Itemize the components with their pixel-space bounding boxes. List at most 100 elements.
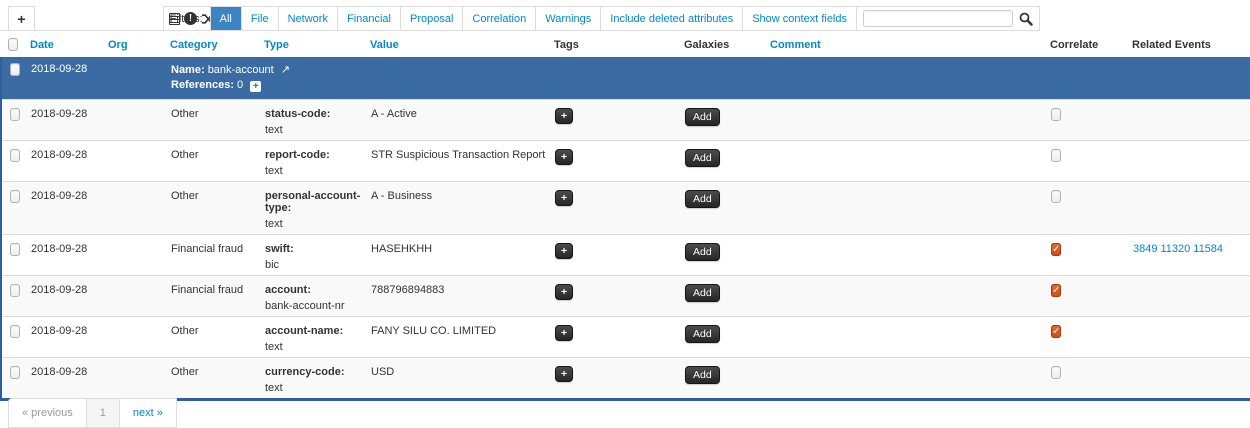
attribute-comment bbox=[767, 357, 1047, 399]
add-galaxy-button[interactable]: Add bbox=[685, 190, 720, 208]
attribute-date: 2018-09-28 bbox=[27, 316, 105, 357]
attribute-date: 2018-09-28 bbox=[27, 234, 105, 275]
filter-tab-show-context[interactable]: Show context fields bbox=[743, 7, 857, 30]
row-checkbox[interactable]: ✓ bbox=[10, 243, 20, 256]
search-icon[interactable] bbox=[1019, 12, 1033, 26]
object-references-label: References: bbox=[171, 79, 234, 91]
related-event-link[interactable]: 3849 bbox=[1133, 243, 1157, 255]
attribute-value: USD bbox=[367, 357, 551, 399]
row-checkbox[interactable]: ✓ bbox=[10, 366, 20, 379]
pagination-current-page: 1 bbox=[86, 398, 120, 428]
correlate-checkbox[interactable]: ✓ bbox=[1051, 243, 1061, 256]
attribute-row[interactable]: ✓ 2018-09-28 Other report-code: text STR… bbox=[1, 140, 1250, 181]
filter-tab-correlation[interactable]: Correlation bbox=[463, 7, 536, 30]
add-galaxy-button[interactable]: Add bbox=[685, 108, 720, 126]
column-header-galaxies: Galaxies bbox=[680, 33, 766, 56]
related-event-link[interactable]: 11584 bbox=[1193, 243, 1223, 255]
filter-bar: Filters: All File Network Financial Prop… bbox=[170, 6, 1040, 31]
add-tag-button[interactable]: + bbox=[555, 149, 573, 165]
search-cell bbox=[857, 7, 1039, 30]
column-header-org[interactable]: Org bbox=[104, 33, 166, 56]
add-tag-button[interactable]: + bbox=[555, 325, 573, 341]
attribute-comment bbox=[767, 234, 1047, 275]
column-header-related-events: Related Events bbox=[1128, 33, 1250, 56]
add-reference-icon[interactable]: + bbox=[250, 81, 261, 92]
attribute-table-header: ✓ Date Org Category Type Value Tags Gala… bbox=[0, 33, 1250, 56]
add-tag-button[interactable]: + bbox=[555, 108, 573, 124]
attribute-comment bbox=[767, 275, 1047, 316]
add-tag-button[interactable]: + bbox=[555, 366, 573, 382]
row-checkbox[interactable]: ✓ bbox=[10, 149, 20, 162]
attribute-row[interactable]: ✓ 2018-09-28 Other status-code: text A -… bbox=[1, 99, 1250, 140]
select-all-checkbox[interactable]: ✓ bbox=[8, 38, 18, 51]
attribute-category: Financial fraud bbox=[167, 275, 261, 316]
correlate-checkbox[interactable]: ✓ bbox=[1051, 108, 1061, 121]
pagination-previous[interactable]: « previous bbox=[8, 398, 87, 428]
row-checkbox[interactable]: ✓ bbox=[10, 284, 20, 297]
related-event-link[interactable]: 11320 bbox=[1160, 243, 1190, 255]
add-galaxy-button[interactable]: Add bbox=[685, 366, 720, 384]
attribute-type: report-code: bbox=[265, 149, 363, 161]
correlate-checkbox[interactable]: ✓ bbox=[1051, 190, 1061, 203]
column-header-comment[interactable]: Comment bbox=[766, 33, 1046, 56]
attribute-row[interactable]: ✓ 2018-09-28 Financial fraud account: ba… bbox=[1, 275, 1250, 316]
attribute-org bbox=[105, 316, 167, 357]
column-header-date[interactable]: Date bbox=[26, 33, 104, 56]
filter-tab-warnings[interactable]: Warnings bbox=[536, 7, 601, 30]
attribute-date: 2018-09-28 bbox=[27, 181, 105, 234]
add-tag-button[interactable]: + bbox=[555, 284, 573, 300]
row-checkbox[interactable]: ✓ bbox=[10, 325, 20, 338]
column-header-category[interactable]: Category bbox=[166, 33, 260, 56]
attribute-category: Other bbox=[167, 140, 261, 181]
attribute-org bbox=[105, 181, 167, 234]
attribute-subtype: text bbox=[265, 341, 363, 353]
add-tag-button[interactable]: + bbox=[555, 190, 573, 206]
correlate-checkbox[interactable]: ✓ bbox=[1051, 325, 1061, 338]
attribute-subtype: bic bbox=[265, 259, 363, 271]
attribute-org bbox=[105, 357, 167, 399]
correlate-checkbox[interactable]: ✓ bbox=[1051, 366, 1061, 379]
correlate-checkbox[interactable]: ✓ bbox=[1051, 149, 1061, 162]
expand-object-icon[interactable]: ↗ bbox=[281, 64, 290, 76]
add-galaxy-button[interactable]: Add bbox=[685, 243, 720, 261]
attribute-row[interactable]: ✓ 2018-09-28 Other account-name: text FA… bbox=[1, 316, 1250, 357]
attribute-date: 2018-09-28 bbox=[27, 275, 105, 316]
attribute-row[interactable]: ✓ 2018-09-28 Other personal-account-type… bbox=[1, 181, 1250, 234]
filter-tab-all[interactable]: All bbox=[211, 7, 242, 30]
filter-tab-file[interactable]: File bbox=[242, 7, 279, 30]
filter-tab-proposal[interactable]: Proposal bbox=[401, 7, 463, 30]
row-checkbox[interactable]: ✓ bbox=[10, 108, 20, 121]
add-tag-button[interactable]: + bbox=[555, 243, 573, 259]
filter-tab-financial[interactable]: Financial bbox=[338, 7, 401, 30]
filter-tab-network[interactable]: Network bbox=[279, 7, 338, 30]
attribute-type: account: bbox=[265, 284, 363, 296]
column-header-type[interactable]: Type bbox=[260, 33, 366, 56]
correlate-checkbox[interactable]: ✓ bbox=[1051, 284, 1061, 297]
attribute-subtype: text bbox=[265, 218, 363, 230]
attribute-value: HASEHKHH bbox=[367, 234, 551, 275]
add-attribute-button[interactable]: + bbox=[8, 6, 35, 31]
pagination-next[interactable]: next » bbox=[119, 398, 177, 428]
attribute-subtype: bank-account-nr bbox=[265, 300, 363, 312]
object-row-bank-account[interactable]: ✓ 2018-09-28 Name: bank-account ↗ Refere… bbox=[1, 57, 1250, 99]
row-checkbox[interactable]: ✓ bbox=[10, 63, 20, 76]
attribute-value: STR Suspicious Transaction Report bbox=[367, 140, 551, 181]
add-galaxy-button[interactable]: Add bbox=[685, 284, 720, 302]
attribute-row[interactable]: ✓ 2018-09-28 Financial fraud swift: bic … bbox=[1, 234, 1250, 275]
add-galaxy-button[interactable]: Add bbox=[685, 325, 720, 343]
attribute-date: 2018-09-28 bbox=[27, 99, 105, 140]
attribute-table: ✓ 2018-09-28 Name: bank-account ↗ Refere… bbox=[0, 57, 1250, 401]
search-input[interactable] bbox=[863, 10, 1013, 27]
column-header-value[interactable]: Value bbox=[366, 33, 550, 56]
attribute-category: Other bbox=[167, 316, 261, 357]
attribute-category: Other bbox=[167, 357, 261, 399]
attribute-category: Other bbox=[167, 99, 261, 140]
add-galaxy-button[interactable]: Add bbox=[685, 149, 720, 167]
object-name-label: Name: bbox=[171, 64, 205, 76]
object-references-count: 0 bbox=[237, 79, 243, 91]
filter-tab-include-deleted[interactable]: Include deleted attributes bbox=[601, 7, 743, 30]
attribute-value: A - Business bbox=[367, 181, 551, 234]
attribute-value: 788796894883 bbox=[367, 275, 551, 316]
row-checkbox[interactable]: ✓ bbox=[10, 190, 20, 203]
attribute-row[interactable]: ✓ 2018-09-28 Other currency-code: text U… bbox=[1, 357, 1250, 399]
